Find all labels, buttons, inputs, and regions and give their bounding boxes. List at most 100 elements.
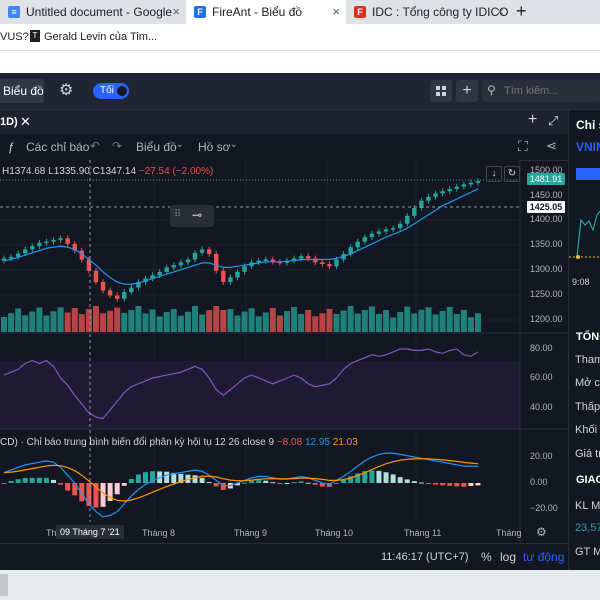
macd-bar <box>277 483 283 484</box>
panel-row: Mở cử <box>575 377 600 389</box>
chevron-down-icon: ⌄ <box>230 139 238 149</box>
candle <box>362 237 368 242</box>
add-chart-icon[interactable]: + <box>528 111 537 129</box>
low-value: L1335.90 <box>48 166 90 177</box>
volume-bar <box>467 317 474 332</box>
macd-bar <box>383 472 389 483</box>
price-axis-label: 1300.00 <box>530 264 563 274</box>
volume-bar <box>1 317 7 332</box>
panel-row: GT Mu <box>575 546 600 558</box>
panel-row: Giá trị <box>575 448 600 460</box>
volume-bar <box>100 313 107 332</box>
fullscreen-icon[interactable]: ⛶ <box>518 138 528 155</box>
chart-toolbar: ƒ Các chỉ báo ↶ ↷ Biểu đồ ⌄ Hồ sơ ⌄ ⛶ ⋖ <box>0 134 568 161</box>
volume-bar <box>135 306 142 332</box>
volume-bar <box>114 307 121 332</box>
add-icon[interactable]: + <box>456 80 478 102</box>
app-toolbar: Biểu đồ ⚙ Tối + ⚲ <box>0 73 600 110</box>
macd-axis-label: 20.00 <box>530 451 553 461</box>
profile-button[interactable]: Hồ sơ <box>198 140 231 154</box>
volume-bar <box>326 309 333 332</box>
share-icon[interactable]: ⋖ <box>546 138 557 154</box>
macd-title: CD) · Chỉ báo trung bình biến đổi phân k… <box>0 437 275 448</box>
auto-toggle[interactable]: tự động <box>523 550 564 564</box>
volume-bar <box>276 315 283 332</box>
candle <box>100 281 106 291</box>
volume-bar <box>390 317 397 332</box>
close-icon[interactable]: × <box>172 4 180 19</box>
close-icon[interactable]: × <box>332 4 340 19</box>
price-axis-label: 1350.00 <box>530 239 563 249</box>
volume-bar <box>234 315 241 332</box>
log-toggle[interactable]: log <box>500 550 516 564</box>
volume-bar <box>262 312 269 332</box>
horizontal-line-icon[interactable]: ⊸ <box>192 208 202 222</box>
gear-icon[interactable]: ⚙ <box>536 525 547 539</box>
layout-grid-icon[interactable] <box>430 80 452 102</box>
macd-bar <box>263 480 269 483</box>
tab-title: IDC : Tổng công ty IDICO - C <box>372 5 510 19</box>
panel-button[interactable] <box>576 168 600 180</box>
macd-bar <box>128 478 134 483</box>
candle <box>164 267 169 272</box>
chart-canvas[interactable] <box>0 160 568 543</box>
refresh-icon[interactable]: ↻ <box>504 166 520 182</box>
macd-axis-label: 0.00 <box>530 477 548 487</box>
panel-row: Tham <box>575 354 600 366</box>
volume-bar <box>71 308 78 332</box>
price-axis-label: 1400.00 <box>530 214 563 224</box>
browser-tab-cafef[interactable]: F IDC : Tổng công ty IDICO - C × <box>346 0 510 24</box>
expand-icon[interactable]: ⤢ <box>548 113 558 129</box>
macd-bar <box>192 475 198 483</box>
panel-row: Thấp <box>575 401 600 413</box>
volume-bar <box>92 306 99 332</box>
bookmark-item[interactable]: VUS? <box>0 31 29 43</box>
close-icon[interactable]: ✕ <box>20 114 31 130</box>
volume-bar <box>220 310 227 332</box>
ohlc-legend: H1374.68 L1335.90 C1347.14 −27.54 (−2.00… <box>2 166 213 177</box>
indicators-button[interactable]: Các chỉ báo <box>26 140 89 154</box>
macd-bar <box>433 483 439 485</box>
candle <box>369 233 375 238</box>
macd-hist-value: −8.08 <box>276 437 303 448</box>
volume-bar <box>361 310 368 332</box>
percent-toggle[interactable]: % <box>481 550 492 564</box>
new-tab-icon[interactable]: + <box>516 1 527 22</box>
macd-bar <box>256 480 262 483</box>
crosshair-price-tag: 1425.05 <box>527 201 565 213</box>
volume-bar <box>163 312 170 332</box>
macd-bar <box>418 482 424 484</box>
clock-time: 11:46:17 (UTC+7) <box>381 551 469 563</box>
macd-signal-value: 21.03 <box>332 437 358 448</box>
redo-icon[interactable]: ↷ <box>112 139 122 153</box>
tab-chart[interactable]: Biểu đồ <box>0 79 44 103</box>
candle <box>8 256 14 259</box>
search-input[interactable] <box>502 82 600 100</box>
theme-toggle[interactable]: Tối <box>93 83 129 99</box>
candle <box>235 271 240 278</box>
browser-tab-docs[interactable]: ≡ Untitled document - Google × <box>0 0 186 24</box>
bookmark-item[interactable]: Gerald Levin của Tim... <box>44 31 157 43</box>
fireant-icon: F <box>194 6 206 18</box>
candle <box>185 259 191 263</box>
chart-window-header: 1D) ✕ + ⤢ <box>0 110 568 134</box>
search-box[interactable]: ⚲ <box>482 80 600 102</box>
drawing-toolbar[interactable]: ⠿ ⊸ <box>170 205 214 227</box>
candle <box>320 262 325 265</box>
volume-bar <box>156 316 163 332</box>
arrow-down-icon[interactable]: ↓ <box>486 166 502 182</box>
macd-bar <box>369 470 375 483</box>
macd-bar <box>440 483 446 486</box>
undo-icon[interactable]: ↶ <box>90 139 100 153</box>
macd-bar <box>36 477 42 483</box>
close-icon[interactable]: × <box>496 4 504 19</box>
chart-type-button[interactable]: Biểu đồ <box>136 140 177 154</box>
macd-bar <box>29 477 35 483</box>
drag-handle-icon[interactable]: ⠿ <box>174 209 181 220</box>
macd-bar <box>86 483 92 506</box>
browser-tab-fireant[interactable]: F FireAnt - Biểu đồ × <box>186 0 346 24</box>
macd-bar <box>312 483 318 485</box>
panel-symbol: VNIN <box>576 140 600 154</box>
gear-icon[interactable]: ⚙ <box>59 80 73 100</box>
panel-row: KL Mu <box>575 500 600 512</box>
